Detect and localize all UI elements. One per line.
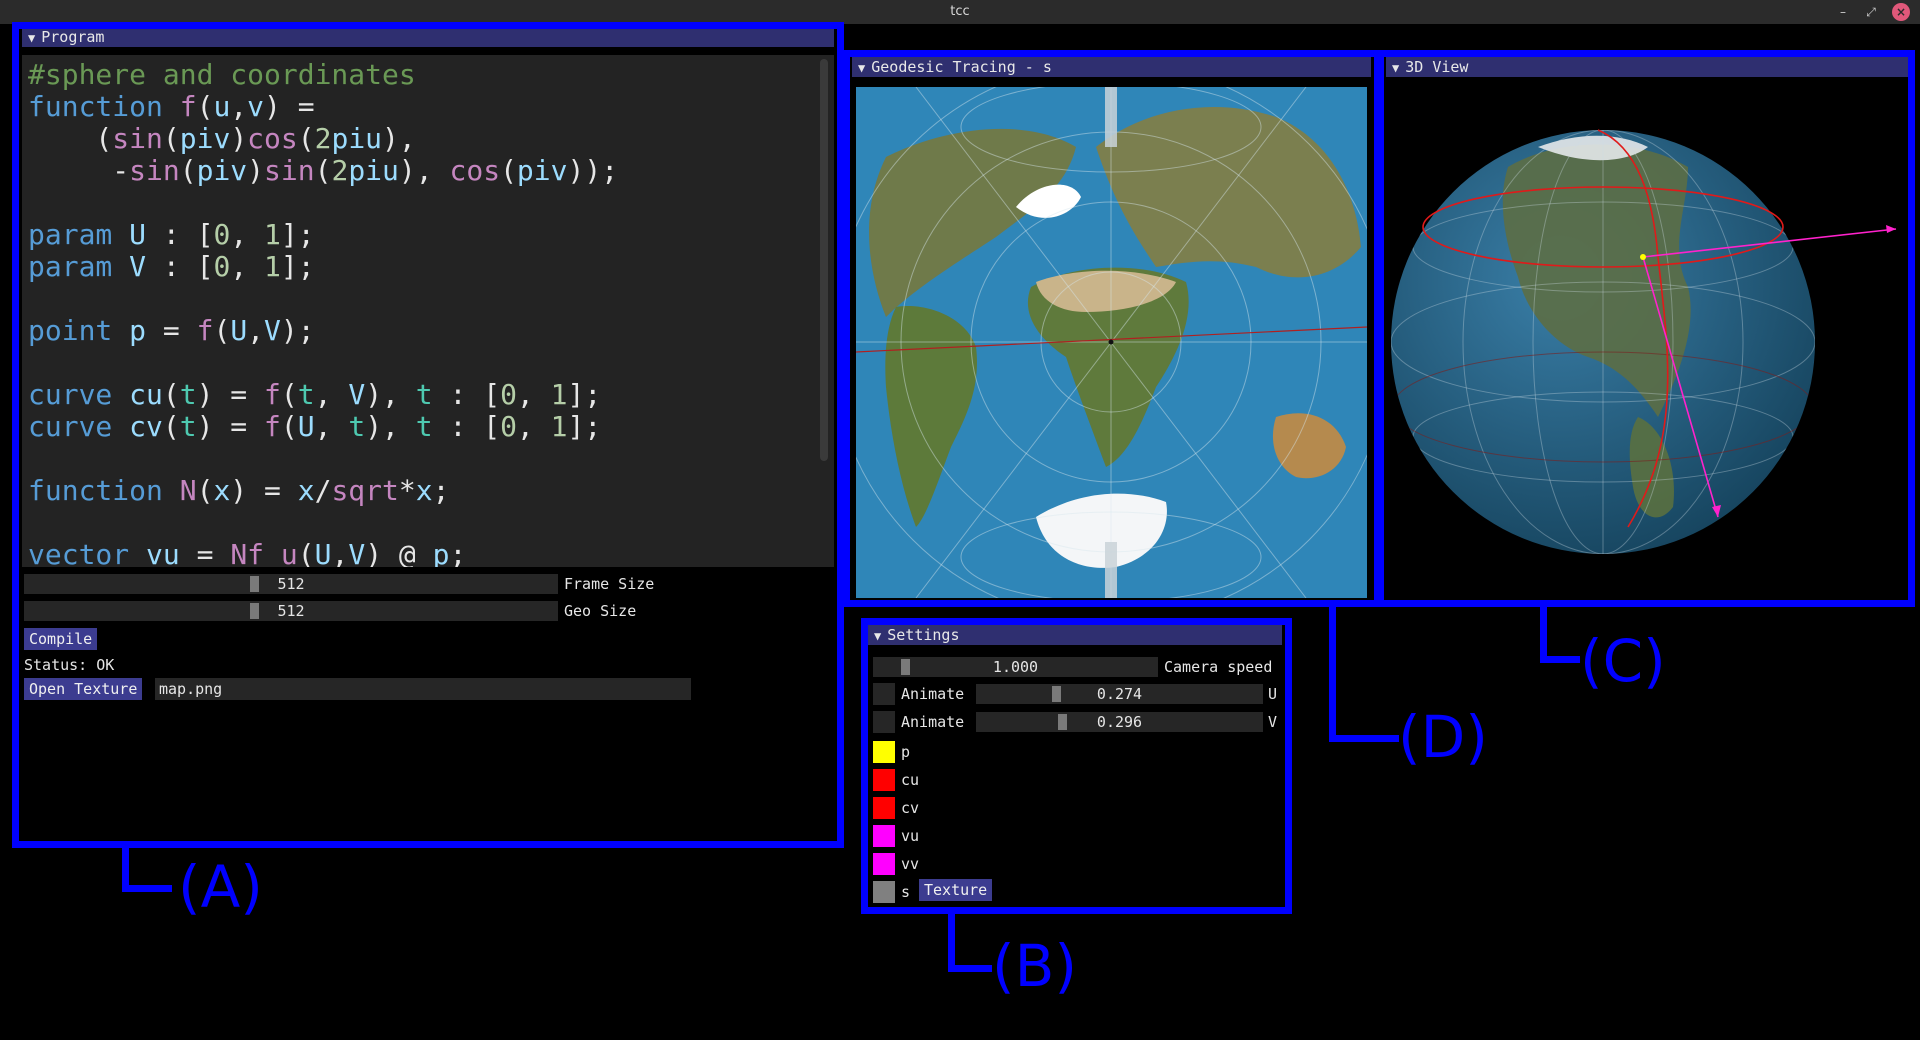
callout-line-b [948,965,992,972]
maximize-icon[interactable]: ⤢ [1862,3,1880,21]
callout-line-d [1329,607,1336,742]
annotation-label-c: (C) [1580,627,1666,695]
callout-line-a [122,885,172,892]
annotation-frame-b [861,618,1292,914]
callout-line-d [1329,735,1399,742]
annotation-frame-a [12,22,844,848]
callout-line-b [948,914,955,972]
window-title: tcc [950,4,970,19]
callout-line-c [1540,656,1580,663]
annotation-label-d: (D) [1398,703,1488,771]
close-icon[interactable]: × [1892,3,1910,21]
annotation-label-a: (A) [178,853,263,921]
minimize-icon[interactable]: – [1834,3,1852,21]
annotation-label-b: (B) [992,932,1078,1000]
annotation-frame-d [843,50,1381,607]
callout-line-c [1540,607,1547,663]
os-title-bar: tcc – ⤢ × [0,0,1920,24]
annotation-frame-c [1377,50,1915,607]
